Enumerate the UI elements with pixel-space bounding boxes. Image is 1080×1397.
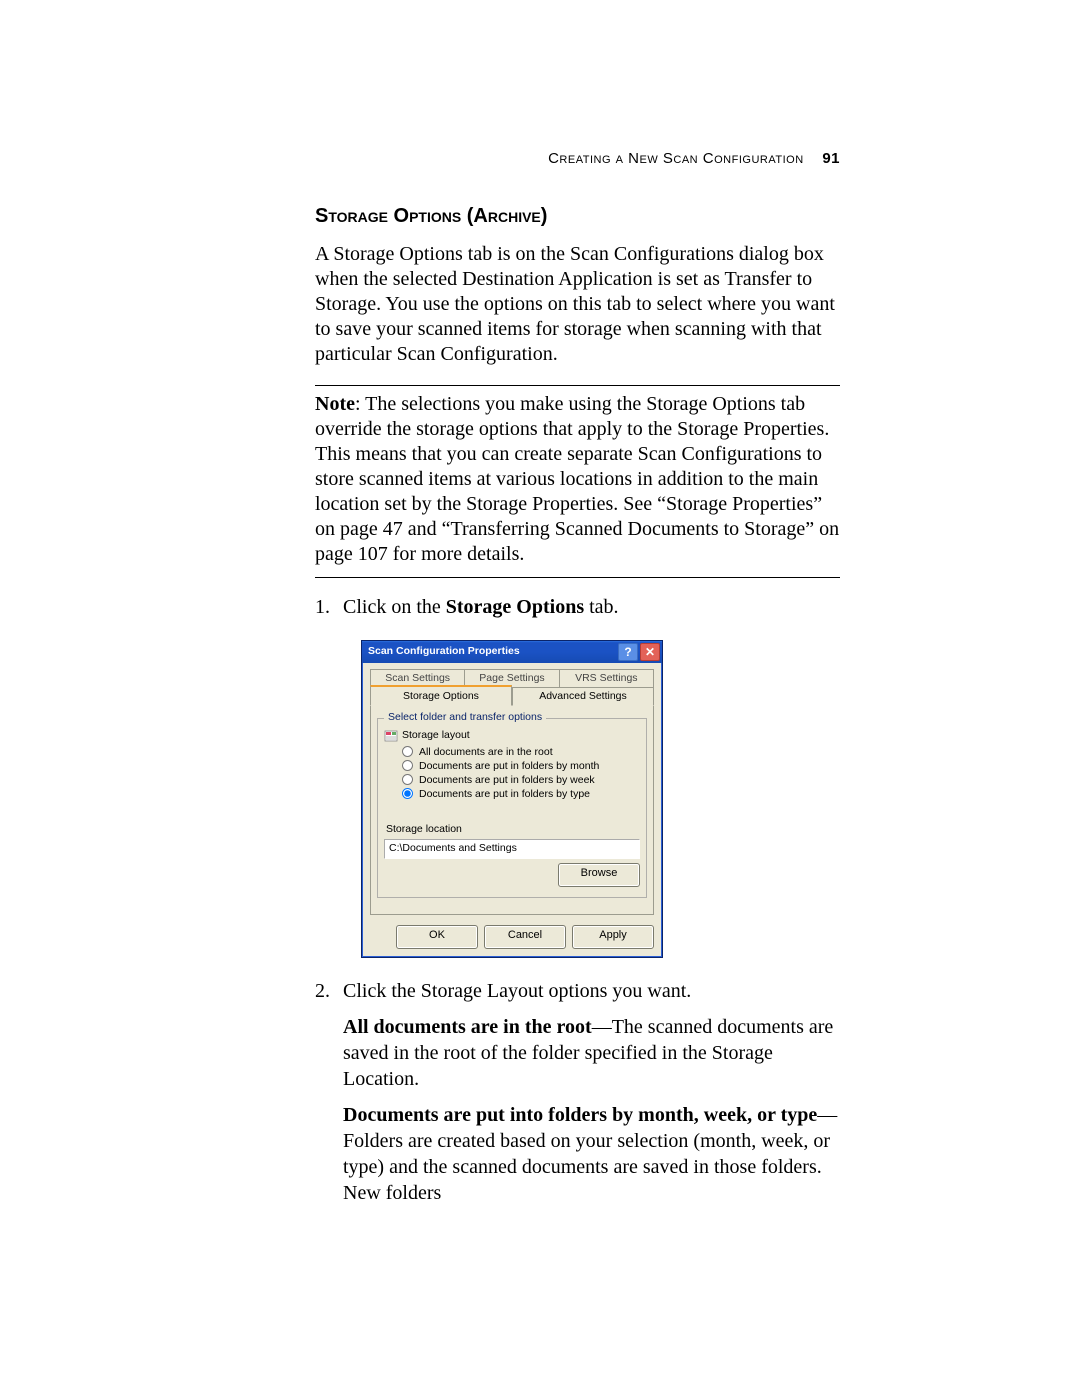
step-number: 1. [315,594,343,964]
folder-transfer-group: Select folder and transfer options [377,718,647,897]
document-page: Creating a New Scan Configuration 91 Sto… [0,0,1080,1397]
radio-month-label: Documents are put in folders by month [419,759,599,773]
section-heading: Storage Options (Archive) [315,205,840,228]
tab-storage-options[interactable]: Storage Options [370,685,512,707]
section-intro: A Storage Options tab is on the Scan Con… [315,242,840,367]
storage-layout-icon [384,730,398,742]
radio-type[interactable]: Documents are put in folders by type [402,787,640,801]
page-number: 91 [822,150,840,167]
step-2-text: Click the Storage Layout options you wan… [343,978,840,1004]
running-title: Creating a New Scan Configuration [548,150,804,167]
dialog-title: Scan Configuration Properties [368,645,520,659]
step-number: 2. [315,978,343,1206]
storage-location-label: Storage location [384,823,640,837]
radio-root[interactable]: All documents are in the root [402,745,640,759]
storage-layout-label: Storage layout [402,729,470,743]
note-body: : The selections you make using the Stor… [315,393,839,565]
close-button[interactable]: ✕ [640,643,660,661]
scan-config-dialog: Scan Configuration Properties ? ✕ Scan S… [361,640,663,958]
radio-type-input[interactable] [402,788,413,799]
radio-type-label: Documents are put in folders by type [419,787,590,801]
help-icon: ? [624,646,631,658]
browse-button[interactable]: Browse [558,863,640,887]
ok-button[interactable]: OK [396,925,478,949]
step-2: 2. Click the Storage Layout options you … [315,978,840,1206]
help-button[interactable]: ? [618,643,638,661]
step-2-bold-root: All documents are in the root [343,1016,592,1038]
close-icon: ✕ [645,646,655,658]
step-1: 1. Click on the Storage Options tab. Sca… [315,594,840,964]
radio-root-label: All documents are in the root [419,745,553,759]
tab-panel-storage-options: Select folder and transfer options [370,706,654,915]
step-1-text-c: tab. [584,596,618,618]
cancel-button[interactable]: Cancel [484,925,566,949]
running-header: Creating a New Scan Configuration 91 [548,150,840,167]
storage-location-value[interactable]: C:\Documents and Settings [384,839,640,859]
tab-vrs-settings[interactable]: VRS Settings [560,669,654,688]
step-1-text-bold: Storage Options [446,596,584,618]
group-title: Select folder and transfer options [384,711,546,725]
dialog-button-row: OK Cancel Apply [370,925,654,949]
dialog-titlebar: Scan Configuration Properties ? ✕ [362,641,662,663]
tab-strip: Scan Settings Page Settings VRS Settings… [370,669,654,915]
radio-week[interactable]: Documents are put in folders by week [402,773,640,787]
apply-button[interactable]: Apply [572,925,654,949]
step-list: 1. Click on the Storage Options tab. Sca… [315,594,840,1206]
tab-advanced-settings[interactable]: Advanced Settings [512,687,654,707]
note-block: Note: The selections you make using the … [315,385,840,578]
storage-layout-radios: All documents are in the root Documents … [402,745,640,801]
radio-week-input[interactable] [402,774,413,785]
radio-month[interactable]: Documents are put in folders by month [402,759,640,773]
radio-week-label: Documents are put in folders by week [419,773,595,787]
note-label: Note [315,393,355,415]
step-2-bold-folders: Documents are put into folders by month,… [343,1104,817,1126]
step-1-text-a: Click on the [343,596,446,618]
radio-root-input[interactable] [402,746,413,757]
radio-month-input[interactable] [402,760,413,771]
